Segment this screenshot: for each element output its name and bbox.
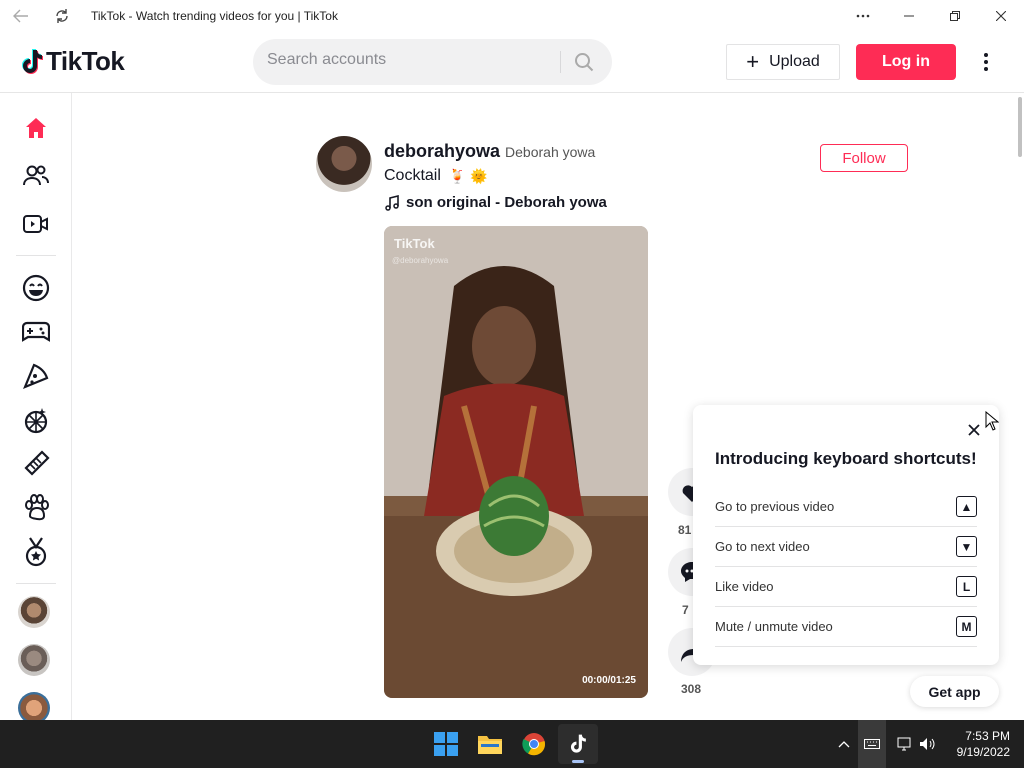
shortcut-row: Like video L <box>715 567 977 607</box>
keyboard-shortcuts-popup: Introducing keyboard shortcuts! Go to pr… <box>693 405 999 665</box>
shortcut-row: Go to next video ▼ <box>715 527 977 567</box>
shortcut-key-down-icon: ▼ <box>956 536 977 557</box>
tiktok-note-icon <box>22 48 43 74</box>
music-note-icon <box>385 194 399 211</box>
search-icon[interactable] <box>569 49 599 75</box>
upload-label: Upload <box>769 53 820 70</box>
start-menu-icon[interactable] <box>426 724 466 764</box>
plus-icon: + <box>746 49 760 74</box>
window-title: TikTok - Watch trending videos for you |… <box>91 9 338 23</box>
sidebar <box>0 93 72 724</box>
more-options-icon[interactable] <box>840 0 886 32</box>
shortcut-row: Go to previous video ▲ <box>715 487 977 527</box>
back-icon[interactable] <box>0 0 42 32</box>
windows-taskbar: 7:53 PM 9/19/2022 <box>0 720 1024 768</box>
caption-text: Cocktail <box>384 167 441 184</box>
like-count: 81 <box>678 523 692 537</box>
tray-overflow-icon[interactable] <box>836 720 852 768</box>
sidebar-divider <box>16 255 56 256</box>
video-watermark: TikTok <box>394 236 435 251</box>
clock-date: 9/19/2022 <box>956 745 1010 759</box>
file-explorer-icon[interactable] <box>470 724 510 764</box>
volume-icon[interactable] <box>917 720 939 768</box>
video-caption: Cocktail 🍹 🌞 <box>384 167 488 185</box>
home-icon[interactable] <box>16 108 56 148</box>
shortcut-label: Like video <box>715 579 774 594</box>
search-divider <box>560 51 561 73</box>
shortcut-row: Mute / unmute video M <box>715 607 977 647</box>
live-icon[interactable] <box>16 204 56 244</box>
dance-icon[interactable] <box>16 400 56 440</box>
video-player[interactable]: TikTok @deborahyowa 00:00/01:25 <box>384 226 648 698</box>
author-info: deborahyowa Deborah yowa <box>384 141 595 162</box>
window-titlebar: TikTok - Watch trending videos for you |… <box>0 0 1024 32</box>
author-username[interactable]: deborahyowa <box>384 141 500 162</box>
upload-button[interactable]: + Upload <box>726 44 840 80</box>
restore-icon[interactable] <box>932 0 978 32</box>
shortcut-label: Mute / unmute video <box>715 619 833 634</box>
animals-icon[interactable] <box>16 488 56 528</box>
logo-text: TikTok <box>46 46 125 76</box>
close-icon[interactable] <box>963 419 985 441</box>
suggested-account-avatar[interactable] <box>18 596 50 628</box>
beauty-icon[interactable] <box>16 444 56 484</box>
gaming-icon[interactable] <box>16 312 56 352</box>
music-title: son original - Deborah yowa <box>406 194 607 211</box>
author-avatar[interactable] <box>316 136 372 192</box>
caption-emojis: 🍹 🌞 <box>448 167 488 184</box>
tiktok-app-icon[interactable] <box>558 724 598 764</box>
video-watermark-handle: @deborahyowa <box>392 256 449 265</box>
sports-icon[interactable] <box>16 532 56 572</box>
top-header: TikTok + Upload Log in <box>0 32 1024 93</box>
food-icon[interactable] <box>16 356 56 396</box>
mouse-cursor-icon <box>985 410 1000 436</box>
following-icon[interactable] <box>16 156 56 196</box>
shortcut-label: Go to next video <box>715 539 810 554</box>
comedy-icon[interactable] <box>16 268 56 308</box>
network-icon[interactable] <box>893 720 915 768</box>
scrollbar-thumb[interactable] <box>1018 97 1022 157</box>
shortcut-key-up-icon: ▲ <box>956 496 977 517</box>
page-scrollbar[interactable] <box>1016 93 1024 720</box>
kebab-menu-icon[interactable] <box>972 46 1000 78</box>
video-timestamp: 00:00/01:25 <box>582 675 636 686</box>
close-window-icon[interactable] <box>978 0 1024 32</box>
video-frame <box>384 226 648 698</box>
share-count: 308 <box>681 682 702 696</box>
search-bar <box>253 39 612 85</box>
get-app-button[interactable]: Get app <box>910 676 999 707</box>
login-button[interactable]: Log in <box>856 44 956 80</box>
shortcuts-title: Introducing keyboard shortcuts! <box>715 449 977 468</box>
suggested-account-avatar[interactable] <box>18 644 50 676</box>
clock-time: 7:53 PM <box>965 729 1010 743</box>
chrome-icon[interactable] <box>514 724 554 764</box>
search-input[interactable] <box>267 51 547 69</box>
music-link[interactable]: son original - Deborah yowa <box>384 194 607 211</box>
author-nickname[interactable]: Deborah yowa <box>505 144 595 160</box>
minimize-icon[interactable] <box>886 0 932 32</box>
follow-button[interactable]: Follow <box>820 144 908 172</box>
tiktok-logo[interactable]: TikTok <box>20 46 125 77</box>
shortcut-label: Go to previous video <box>715 499 835 514</box>
shortcut-key: M <box>956 616 977 637</box>
keyboard-icon[interactable] <box>858 720 886 768</box>
active-app-indicator <box>572 760 584 763</box>
refresh-icon[interactable] <box>42 0 82 32</box>
comment-count: 7 <box>682 603 689 617</box>
sidebar-divider <box>16 583 56 584</box>
system-clock[interactable]: 7:53 PM 9/19/2022 <box>946 728 1010 760</box>
shortcut-key: L <box>956 576 977 597</box>
